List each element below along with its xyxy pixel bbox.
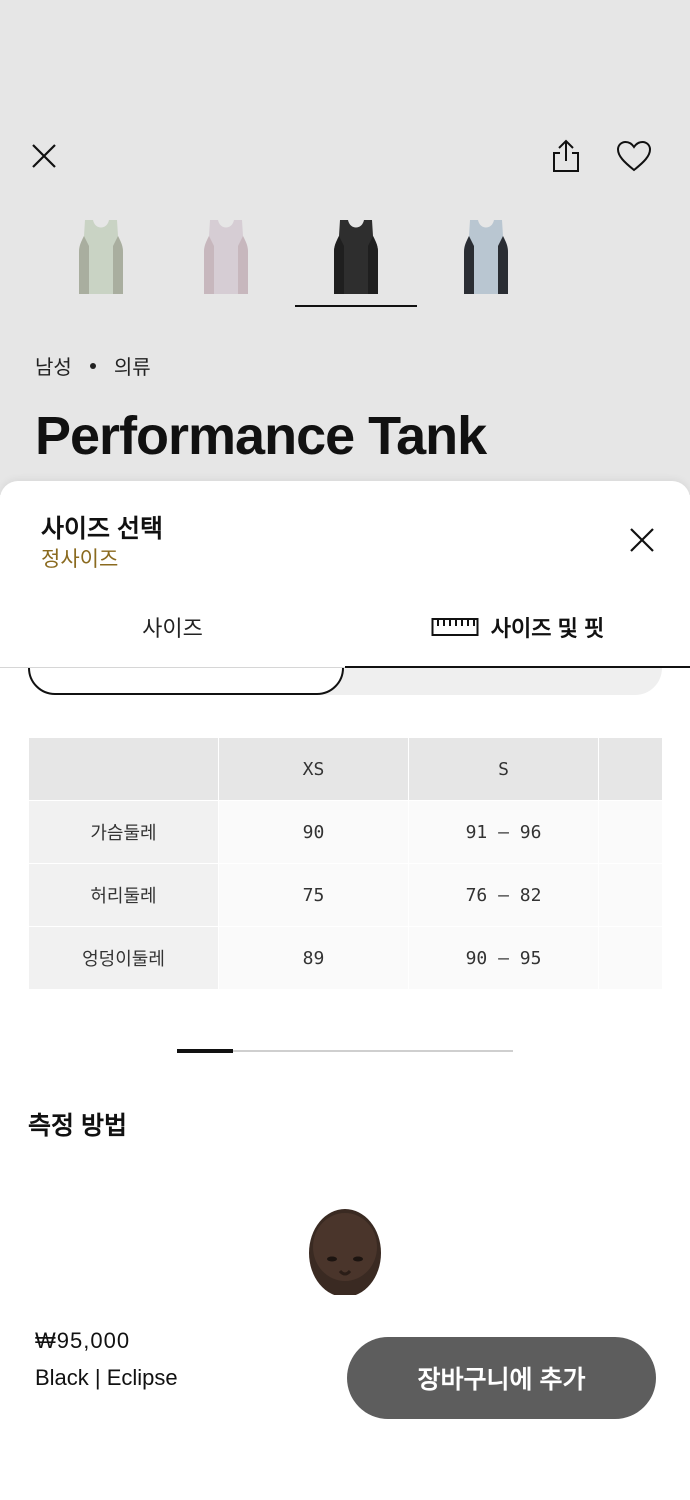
row-label: 허리둘레 — [28, 863, 219, 927]
heart-icon — [616, 140, 652, 172]
table-header-cell: S — [408, 737, 599, 801]
favorite-button[interactable] — [612, 134, 656, 178]
close-button[interactable] — [22, 134, 66, 178]
share-icon — [553, 139, 579, 172]
product-price: ₩95,000 — [35, 1328, 131, 1353]
table-row: 허리둘레 75 76 – 82 83 — [28, 863, 662, 927]
measure-title: 측정 방법 — [28, 1112, 127, 1140]
table-scrollbar-thumb[interactable] — [177, 1049, 233, 1053]
tab-label: 사이즈 및 핏 — [490, 616, 605, 641]
color-swatches — [40, 205, 640, 310]
swatch-lilac[interactable] — [165, 205, 287, 307]
table-row: 가슴둘레 90 91 – 96 97 — [28, 800, 662, 864]
product-header: 남성 의류 Performance Tank — [0, 0, 690, 495]
tank-top-image — [334, 220, 378, 294]
tank-top-image — [464, 220, 508, 294]
row-label: 엉덩이둘레 — [28, 926, 219, 989]
swatch-black[interactable] — [295, 205, 417, 307]
product-variant: Black | Eclipse — [35, 1365, 178, 1390]
table-cell: 83 — [598, 863, 662, 927]
table-cell: 90 – 95 — [408, 926, 599, 989]
table-header-cell: XS — [218, 737, 409, 801]
table-scrollbar[interactable] — [177, 1049, 513, 1053]
sheet-title: 사이즈 선택 — [41, 515, 163, 543]
close-icon — [630, 528, 654, 552]
share-button[interactable] — [544, 134, 588, 178]
add-to-cart-label: 장바구니에 추가 — [417, 1366, 586, 1394]
tab-size[interactable]: 사이즈 — [0, 586, 345, 668]
product-title: Performance Tank — [35, 406, 487, 466]
table-header-cell — [28, 737, 219, 801]
table-cell: 90 — [218, 800, 409, 864]
tab-label: 사이즈 — [142, 616, 203, 641]
model-head-image — [309, 1209, 381, 1295]
table-cell: 75 — [218, 863, 409, 927]
close-sheet-button[interactable] — [620, 518, 664, 562]
table-cell: 89 — [218, 926, 409, 989]
table-cell: 91 – 96 — [408, 800, 599, 864]
tank-top-image — [79, 220, 123, 294]
breadcrumb-item[interactable]: 의류 — [114, 351, 151, 380]
tank-top-image — [204, 220, 248, 294]
close-icon — [32, 144, 56, 168]
table-cell: 97 — [598, 800, 662, 864]
tab-divider — [0, 667, 345, 668]
table-row: 엉덩이둘레 89 90 – 95 96 — [28, 926, 662, 989]
size-table[interactable]: XS S M 가슴둘레 90 91 – 96 97 허리둘레 75 76 – 8… — [28, 737, 662, 989]
swatch-blue[interactable] — [425, 205, 547, 307]
table-header-row: XS S M — [28, 737, 662, 801]
table-cell: 96 — [598, 926, 662, 989]
row-label: 가슴둘레 — [28, 800, 219, 864]
add-to-cart-button[interactable]: 장바구니에 추가 — [347, 1337, 656, 1419]
selected-swatch-indicator — [295, 305, 417, 307]
breadcrumb-separator — [89, 362, 96, 369]
table-cell: 76 – 82 — [408, 863, 599, 927]
active-tab-indicator — [345, 666, 690, 668]
breadcrumb-item[interactable]: 남성 — [35, 351, 72, 380]
breadcrumb: 남성 의류 — [35, 351, 151, 380]
tab-size-and-fit[interactable]: 사이즈 및 핏 — [345, 586, 690, 668]
fit-label: 정사이즈 — [41, 548, 119, 571]
size-tabs: 사이즈 사이즈 및 핏 — [0, 586, 690, 668]
swatch-sage[interactable] — [40, 205, 162, 307]
model-image — [300, 1207, 390, 1295]
ruler-icon — [431, 618, 479, 636]
purchase-bar: ₩95,000 Black | Eclipse 장바구니에 추가 — [0, 1296, 690, 1500]
table-header-cell: M — [598, 737, 662, 801]
